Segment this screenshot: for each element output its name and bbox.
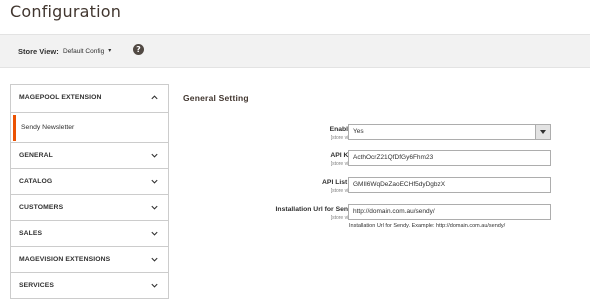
help-icon[interactable]: ? — [133, 44, 144, 55]
field-label: Installation Url for Sendy — [275, 206, 356, 213]
enabled-select[interactable]: Yes — [348, 124, 551, 140]
field-row-installation-url: Installation Url for Sendy [store view] … — [183, 204, 583, 234]
sidebar-item-label: Sendy Newsletter — [21, 124, 75, 131]
chevron-down-icon — [151, 205, 158, 210]
store-view-bar: Store View: Default Config ▾ ? — [0, 34, 590, 68]
sidebar-section-sales[interactable]: SALES — [11, 221, 168, 247]
sidebar-section-label: CATALOG — [19, 178, 53, 185]
chevron-down-icon — [151, 257, 158, 262]
store-view-label: Store View: — [18, 47, 59, 56]
sidebar-section-label: MAGEVISION EXTENSIONS — [19, 256, 111, 263]
chevron-down-icon — [151, 179, 158, 184]
active-indicator — [13, 115, 16, 141]
sidebar-section-services[interactable]: SERVICES — [11, 273, 168, 299]
select-arrow-icon — [535, 125, 550, 139]
chevron-down-icon — [151, 231, 158, 236]
field-row-enabled: Enabled [store view] Yes — [183, 124, 583, 146]
field-row-api-key: API Key [store view] ActhOcrZ21QfDfGy6Fh… — [183, 150, 583, 172]
store-view-selected: Default Config — [63, 48, 105, 55]
sidebar-section-label: SERVICES — [19, 282, 55, 289]
sidebar-section-general[interactable]: GENERAL — [11, 143, 168, 169]
sidebar-section-label: SALES — [19, 230, 43, 237]
store-view-switcher[interactable]: Default Config ▾ — [63, 47, 111, 55]
section-title: General Setting — [183, 93, 249, 103]
sidebar-section-customers[interactable]: CUSTOMERS — [11, 195, 168, 221]
sidebar-section-label: MAGEPOOL EXTENSION — [19, 94, 102, 101]
config-sidebar: MAGEPOOL EXTENSION Sendy Newsletter GENE… — [10, 84, 169, 299]
api-key-input[interactable]: ActhOcrZ21QfDfGy6Fhm23 — [348, 150, 551, 166]
sidebar-section-label: GENERAL — [19, 152, 53, 159]
api-list-id-input[interactable]: GMIl6WqDeZaoECHf5dyDgbzX — [348, 177, 551, 193]
enabled-select-value: Yes — [353, 128, 364, 135]
field-note: Installation Url for Sendy. Example: htt… — [349, 223, 506, 229]
sidebar-section-label: CUSTOMERS — [19, 204, 64, 211]
sidebar-section-catalog[interactable]: CATALOG — [11, 169, 168, 195]
sidebar-section-magevision-extensions[interactable]: MAGEVISION EXTENSIONS — [11, 247, 168, 273]
chevron-down-icon — [151, 153, 158, 158]
installation-url-input[interactable]: http://domain.com.au/sendy/ — [348, 204, 551, 220]
page-title: Configuration — [10, 2, 122, 21]
chevron-up-icon — [151, 95, 158, 100]
field-row-api-list-id: API List ID [store view] GMIl6WqDeZaoECH… — [183, 177, 583, 199]
sidebar-section-magepool-extension[interactable]: MAGEPOOL EXTENSION — [11, 85, 168, 113]
caret-down-icon: ▾ — [108, 48, 112, 54]
chevron-down-icon — [151, 283, 158, 288]
sidebar-item-sendy-newsletter[interactable]: Sendy Newsletter — [11, 113, 168, 143]
